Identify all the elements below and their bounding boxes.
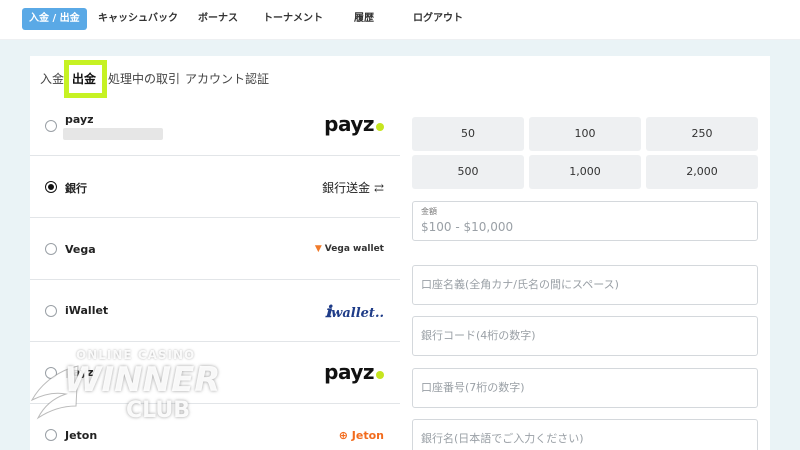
- payz-logo: payz: [324, 360, 384, 384]
- payment-row-payz[interactable]: payz payz: [30, 96, 400, 156]
- radio-button[interactable]: [45, 429, 57, 441]
- payment-name: Vega: [65, 243, 96, 256]
- amount-button-2000[interactable]: 2,000: [646, 155, 758, 189]
- payment-name: payz: [65, 113, 94, 126]
- payment-name: 銀行: [65, 182, 87, 195]
- nav-bonus[interactable]: ボーナス: [198, 8, 238, 30]
- bank-name-input[interactable]: [421, 432, 741, 445]
- amount-field[interactable]: 金額: [412, 201, 758, 241]
- payment-row-bank[interactable]: 銀行 銀行送金 ⇄: [30, 156, 400, 218]
- top-nav: 入金 / 出金 キャッシュバック ボーナス トーナメント 履歴 ログアウト: [0, 0, 800, 40]
- amount-button-1000[interactable]: 1,000: [529, 155, 641, 189]
- bank-transfer-logo: 銀行送金 ⇄: [322, 181, 384, 195]
- watermark-line3: CLUB: [126, 398, 191, 423]
- amount-input[interactable]: [421, 220, 741, 234]
- account-number-input[interactable]: [421, 381, 741, 394]
- tab-deposit[interactable]: 入金: [40, 66, 64, 92]
- account-name-input[interactable]: [421, 278, 741, 291]
- payment-name: Jeton: [65, 429, 98, 442]
- tab-account-verification[interactable]: アカウント認証: [185, 66, 269, 92]
- bank-name-field[interactable]: [412, 419, 758, 450]
- radio-button-checked[interactable]: [45, 181, 57, 193]
- account-number-field[interactable]: [412, 368, 758, 408]
- account-name-field[interactable]: [412, 265, 758, 305]
- amount-button-500[interactable]: 500: [412, 155, 524, 189]
- payment-name: iWallet: [65, 304, 109, 317]
- watermark-line2: WINNER: [64, 360, 221, 400]
- radio-button[interactable]: [45, 243, 57, 255]
- nav-tournament[interactable]: トーナメント: [263, 8, 323, 30]
- payment-row-iwallet[interactable]: iWallet ℹwallet..: [30, 280, 400, 342]
- radio-button[interactable]: [45, 305, 57, 317]
- nav-history[interactable]: 履歴: [354, 8, 374, 30]
- fox-icon: ▼: [314, 244, 322, 254]
- tab-pending-transactions[interactable]: 処理中の取引: [108, 66, 180, 92]
- masked-account-info: [63, 128, 163, 140]
- amount-label: 金額: [421, 207, 437, 216]
- jeton-logo: ⊕ Jeton: [338, 429, 384, 442]
- vega-wallet-logo: ▼ Vega wallet: [314, 244, 384, 254]
- tab-highlight-frame: [64, 60, 107, 98]
- amount-button-250[interactable]: 250: [646, 117, 758, 151]
- nav-deposit-withdraw[interactable]: 入金 / 出金: [22, 8, 87, 30]
- nav-cashback[interactable]: キャッシュバック: [98, 8, 178, 30]
- bank-code-input[interactable]: [421, 329, 741, 342]
- iwallet-logo: ℹwallet..: [325, 302, 384, 321]
- amount-button-100[interactable]: 100: [529, 117, 641, 151]
- winner-club-watermark: ONLINE CASINO WINNER CLUB: [30, 346, 240, 430]
- payz-logo: payz: [324, 112, 384, 136]
- payment-row-vega[interactable]: Vega ▼ Vega wallet: [30, 218, 400, 280]
- nav-logout[interactable]: ログアウト: [413, 8, 463, 30]
- amount-button-50[interactable]: 50: [412, 117, 524, 151]
- bank-code-field[interactable]: [412, 316, 758, 356]
- radio-button[interactable]: [45, 120, 57, 132]
